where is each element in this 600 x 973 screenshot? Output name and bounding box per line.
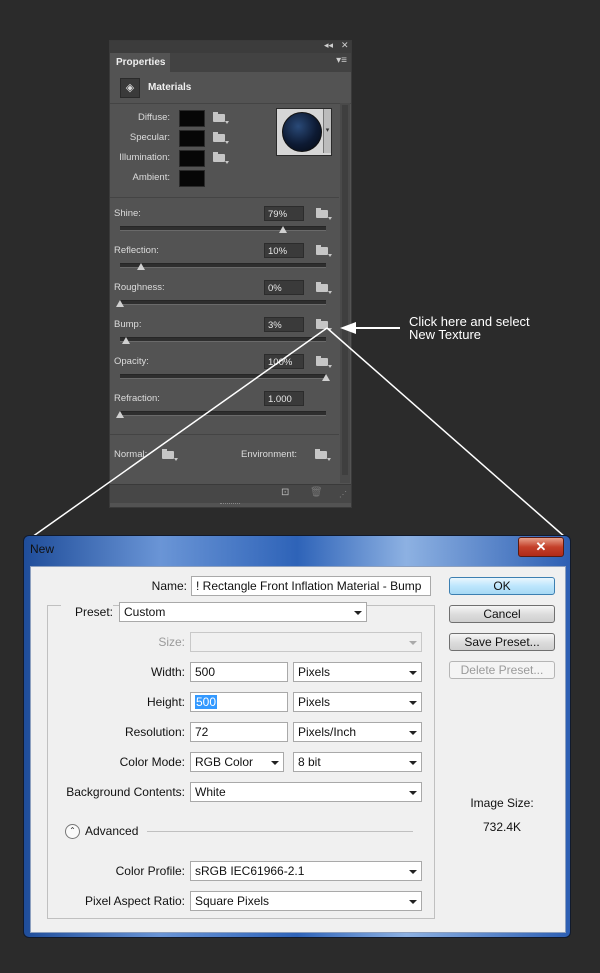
- height-unit-value: Pixels: [298, 695, 331, 709]
- chevron-down-icon: [409, 761, 417, 765]
- size-select: [190, 632, 422, 652]
- resolution-label: Resolution:: [124, 725, 185, 739]
- preset-value: Custom: [124, 605, 166, 619]
- color-profile-select[interactable]: sRGB IEC61966-2.1: [190, 861, 422, 881]
- color-profile-label: Color Profile:: [115, 864, 185, 878]
- chevron-down-icon: [409, 791, 417, 795]
- new-dialog: New ✕ Name: ! Rectangle Front Inflation …: [23, 535, 571, 938]
- cancel-button[interactable]: Cancel: [449, 605, 555, 623]
- width-unit-select[interactable]: Pixels: [293, 662, 422, 682]
- pixel-aspect-select[interactable]: Square Pixels: [190, 891, 422, 911]
- width-label: Width:: [150, 665, 185, 679]
- color-profile-value: sRGB IEC61966-2.1: [195, 864, 305, 878]
- callout-text: Click here and select New Texture: [409, 315, 530, 341]
- callout-line-2: New Texture: [409, 327, 482, 342]
- bit-depth-select[interactable]: 8 bit: [293, 752, 422, 772]
- image-size-label: Image Size:: [470, 796, 534, 810]
- chevron-down-icon: [409, 641, 417, 645]
- color-mode-label: Color Mode:: [119, 755, 185, 769]
- chevron-down-icon: [409, 671, 417, 675]
- dialog-title: New: [30, 542, 55, 556]
- advanced-label[interactable]: Advanced: [85, 824, 138, 838]
- ok-button[interactable]: OK: [449, 577, 555, 595]
- preset-label: Preset:: [61, 605, 113, 619]
- advanced-divider: [147, 831, 413, 832]
- resolution-unit-select[interactable]: Pixels/Inch: [293, 722, 422, 742]
- name-input[interactable]: ! Rectangle Front Inflation Material - B…: [191, 576, 431, 596]
- resolution-input[interactable]: 72: [190, 722, 288, 742]
- resolution-unit-value: Pixels/Inch: [298, 725, 357, 739]
- height-unit-select[interactable]: Pixels: [293, 692, 422, 712]
- chevron-down-icon: [271, 761, 279, 765]
- image-size-value: 732.4K: [482, 820, 522, 834]
- chevron-down-icon: [409, 870, 417, 874]
- chevron-down-icon: [354, 611, 362, 615]
- dialog-close-button[interactable]: ✕: [518, 537, 564, 557]
- delete-preset-button: Delete Preset...: [449, 661, 555, 679]
- chevron-down-icon: [409, 900, 417, 904]
- width-unit-value: Pixels: [298, 665, 331, 679]
- background-value: White: [195, 785, 226, 799]
- pixel-aspect-label: Pixel Aspect Ratio:: [84, 894, 185, 908]
- height-selected-text: 500: [195, 695, 218, 709]
- background-select[interactable]: White: [190, 782, 422, 802]
- advanced-toggle-icon[interactable]: ⌃: [65, 824, 80, 839]
- name-label: Name:: [151, 579, 187, 593]
- color-mode-select[interactable]: RGB Color: [190, 752, 284, 772]
- width-input[interactable]: 500: [190, 662, 288, 682]
- zoom-line-left: [31, 327, 328, 538]
- chevron-down-icon: [409, 701, 417, 705]
- callout-arrowhead: [340, 322, 356, 334]
- save-preset-button[interactable]: Save Preset...: [449, 633, 555, 651]
- preset-select[interactable]: Custom: [119, 602, 367, 622]
- pixel-aspect-value: Square Pixels: [195, 894, 270, 908]
- zoom-line-right: [326, 327, 566, 538]
- dialog-client: Name: ! Rectangle Front Inflation Materi…: [30, 566, 566, 933]
- background-label: Background Contents:: [66, 785, 185, 799]
- chevron-down-icon: [409, 731, 417, 735]
- color-mode-value: RGB Color: [195, 755, 254, 769]
- bit-depth-value: 8 bit: [298, 755, 321, 769]
- height-label: Height:: [146, 695, 185, 709]
- height-input[interactable]: 500: [190, 692, 288, 712]
- size-label: Size:: [158, 635, 185, 649]
